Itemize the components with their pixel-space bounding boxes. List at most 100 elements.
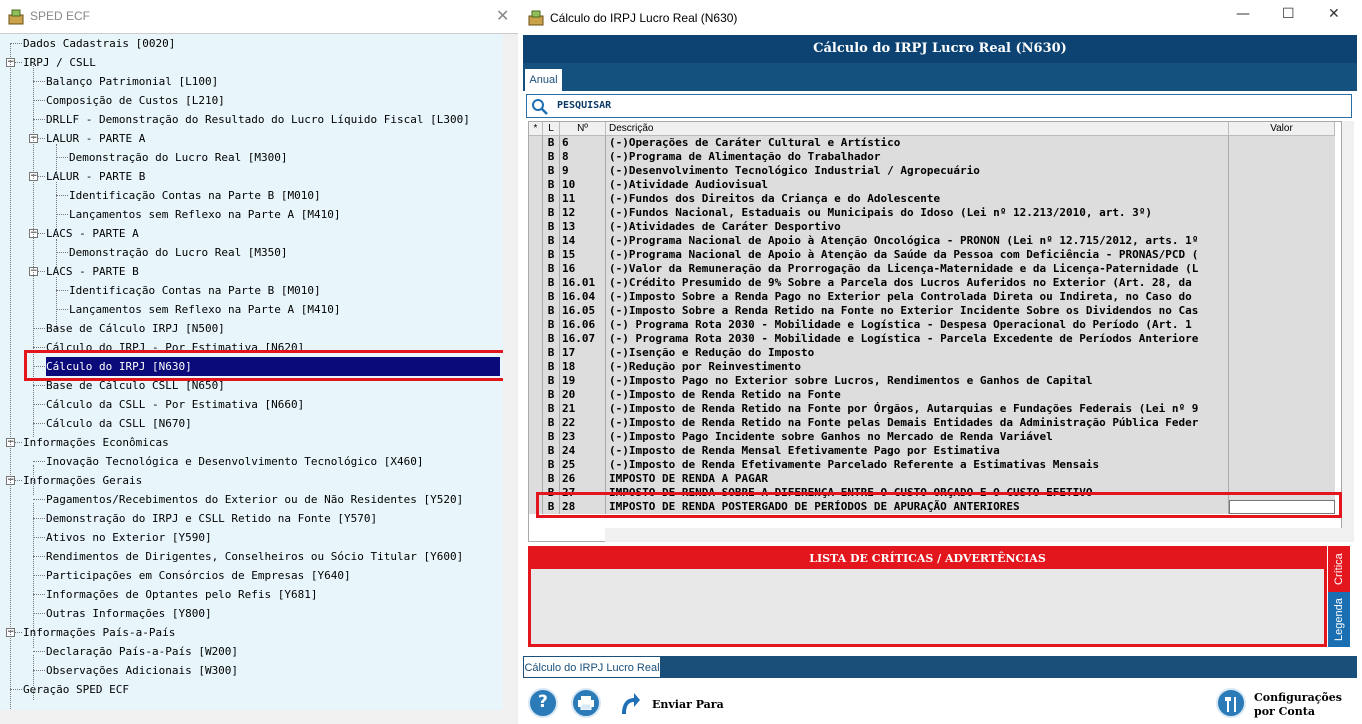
config-label-line2[interactable]: por Conta [1254,705,1315,718]
table-row[interactable]: B 17 (-)Isenção e Redução do Imposto [529,346,1335,360]
table-row[interactable]: B 19 (-)Imposto Pago no Exterior sobre Luc… [529,374,1335,388]
tree-item[interactable]: Lançamentos sem Reflexo na Parte A [M410… [69,205,341,224]
table-row[interactable]: B 24 (-)Imposto de Renda Mensal Efetivamen… [529,444,1335,458]
table-row[interactable]: B 8 (-)Programa de Alimentação do Trabalha… [529,150,1335,164]
search-icon[interactable] [531,98,549,116]
col-header-description[interactable]: Descrição [606,122,1229,136]
row-value[interactable] [1229,388,1335,402]
send-button[interactable]: Enviar Para [652,698,724,711]
tab-legenda[interactable]: Legenda [1328,592,1350,647]
row-value[interactable] [1229,164,1335,178]
tree-item[interactable]: Identificação Contas na Parte B [M010] [69,281,321,300]
row-value[interactable] [1229,262,1335,276]
tree-item[interactable]: Rendimentos de Dirigentes, Conselheiros … [46,547,463,566]
minimize-icon[interactable]: — [1236,6,1250,22]
close-icon[interactable]: ✕ [496,6,509,25]
tree-item[interactable]: Identificação Contas na Parte B [M010] [69,186,321,205]
table-row[interactable]: B 12 (-)Fundos Nacional, Estaduais ou Muni… [529,206,1335,220]
config-label-line1[interactable]: Configurações [1254,691,1342,704]
tree-item[interactable]: Ativos no Exterior [Y590] [46,528,212,547]
tree-item[interactable]: Cálculo da CSLL - Por Estimativa [N660] [46,395,304,414]
grid-horizontal-scrollbar[interactable] [605,528,1342,542]
tree-horizontal-scrollbar[interactable] [0,710,518,724]
tree-item[interactable]: Observações Adicionais [W300] [46,661,238,680]
table-row[interactable]: B 21 (-)Imposto de Renda Retido na Fonte p… [529,402,1335,416]
row-value[interactable] [1229,374,1335,388]
row-value[interactable] [1229,220,1335,234]
table-row[interactable]: B 16.04 (-)Imposto Sobre a Renda Pago no E… [529,290,1335,304]
tab-anual[interactable]: Anual [525,69,562,91]
row-value[interactable] [1229,234,1335,248]
table-row[interactable]: B 11 (-)Fundos dos Direitos da Criança e d… [529,192,1335,206]
tree-item[interactable]: Informações Econômicas [23,433,169,452]
table-row[interactable]: B 22 (-)Imposto de Renda Retido na Fonte p… [529,416,1335,430]
tree-item[interactable]: Demonstração do Lucro Real [M350] [69,243,288,262]
row-value[interactable] [1229,248,1335,262]
tree-item[interactable]: Cálculo da CSLL [N670] [46,414,192,433]
tree-item[interactable]: Dados Cadastrais [0020] [23,34,175,53]
row-value[interactable] [1229,150,1335,164]
tab-critica[interactable]: Crítica [1328,546,1350,592]
tree-item[interactable]: Composição de Custos [L210] [46,91,225,110]
tree-item[interactable]: Outras Informações [Y800] [46,604,212,623]
tree-item[interactable]: Informações País-a-País [23,623,175,642]
table-row[interactable]: B 9 (-)Desenvolvimento Tecnológico Industr… [529,164,1335,178]
table-row[interactable]: B 25 (-)Imposto de Renda Efetivamente Parc… [529,458,1335,472]
tree-item[interactable]: Demonstração do IRPJ e CSLL Retido na Fo… [46,509,377,528]
tree-item[interactable]: LALUR - PARTE A [46,129,145,148]
row-value[interactable] [1229,304,1335,318]
tree-vertical-scrollbar[interactable] [503,34,518,710]
tree-item[interactable]: Balanço Patrimonial [L100] [46,72,218,91]
table-row[interactable]: B 10 (-)Atividade Audiovisual [529,178,1335,192]
col-header-star[interactable]: * [529,122,543,136]
col-header-number[interactable]: Nº [560,122,606,136]
row-value[interactable] [1229,444,1335,458]
table-row[interactable]: B 6 (-)Operações de Caráter Cultural e Art… [529,136,1335,150]
col-header-value[interactable]: Valor [1229,122,1335,136]
close-icon[interactable]: ✕ [1328,6,1340,22]
table-row[interactable]: B 16.07 (-) Programa Rota 2030 - Mobilidad… [529,332,1335,346]
tree-item[interactable]: LACS - PARTE A [46,224,139,243]
search-bar[interactable]: PESQUISAR [526,94,1352,118]
table-row[interactable]: B 18 (-)Redução por Reinvestimento [529,360,1335,374]
tree-item[interactable]: Geração SPED ECF [23,680,129,699]
row-value[interactable] [1229,472,1335,486]
tree-item[interactable]: Inovação Tecnológica e Desenvolvimento T… [46,452,424,471]
row-value[interactable] [1229,458,1335,472]
tree-item[interactable]: DRLLF - Demonstração do Resultado do Luc… [46,110,470,129]
table-row[interactable]: B 13 (-)Atividades de Caráter Desportivo [529,220,1335,234]
table-row[interactable]: B 16 (-)Valor da Remuneração da Prorrogaçã… [529,262,1335,276]
tree-item[interactable]: Lançamentos sem Reflexo na Parte A [M410… [69,300,341,319]
tree-item[interactable]: Informações Gerais [23,471,142,490]
print-button[interactable] [571,688,601,718]
tree-item[interactable]: Participações em Consórcios de Empresas … [46,566,351,585]
row-value[interactable] [1229,136,1335,150]
tree-item[interactable]: Declaração País-a-País [W200] [46,642,238,661]
help-button[interactable]: ? [528,688,558,718]
table-row[interactable]: B 16.01 (-)Crédito Presumido de 9% Sobre a… [529,276,1335,290]
row-value[interactable] [1229,332,1335,346]
table-row[interactable]: B 16.05 (-)Imposto Sobre a Renda Retido na… [529,304,1335,318]
tree-item[interactable]: Informações de Optantes pelo Refis [Y681… [46,585,318,604]
maximize-icon[interactable]: ☐ [1282,6,1295,22]
row-value[interactable] [1229,178,1335,192]
tree-item[interactable]: LACS - PARTE B [46,262,139,281]
table-row[interactable]: B 20 (-)Imposto de Renda Retido na Fonte [529,388,1335,402]
bottom-tab[interactable]: Cálculo do IRPJ Lucro Real [523,656,661,678]
tree-item[interactable]: Pagamentos/Recebimentos do Exterior ou d… [46,490,463,509]
row-value[interactable] [1229,402,1335,416]
row-value[interactable] [1229,290,1335,304]
row-value[interactable] [1229,276,1335,290]
send-arrow-icon[interactable] [618,690,640,716]
tree-item[interactable]: Base de Cálculo IRPJ [N500] [46,319,225,338]
table-row[interactable]: B 16.06 (-) Programa Rota 2030 - Mobilidad… [529,318,1335,332]
col-header-l[interactable]: L [543,122,560,136]
row-value[interactable] [1229,192,1335,206]
row-value[interactable] [1229,318,1335,332]
grid-vertical-scrollbar[interactable] [1342,121,1354,542]
row-value[interactable] [1229,206,1335,220]
search-label[interactable]: PESQUISAR [557,100,611,111]
tree-item[interactable]: LALUR - PARTE B [46,167,145,186]
config-button[interactable] [1216,688,1246,718]
row-value[interactable] [1229,430,1335,444]
